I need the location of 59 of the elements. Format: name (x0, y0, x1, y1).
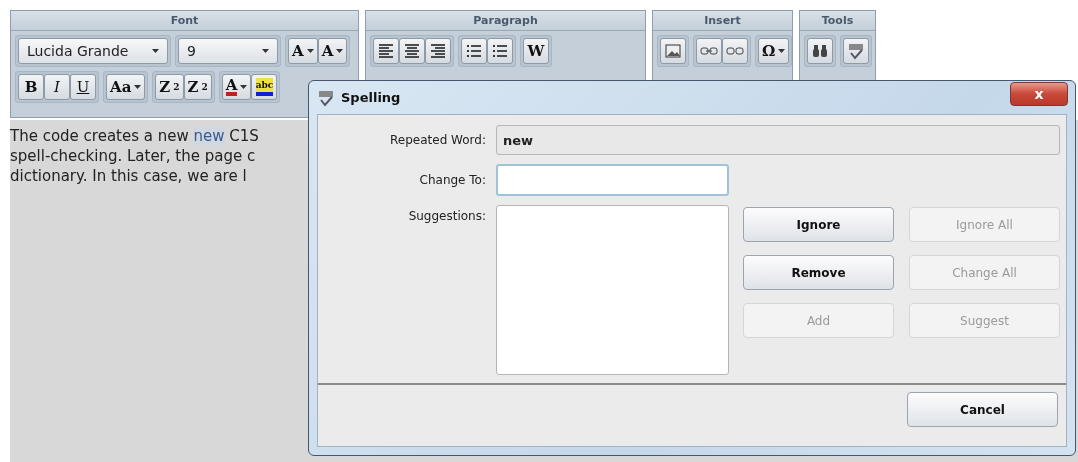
caret-icon (240, 85, 248, 89)
toolbar-button[interactable] (660, 38, 686, 64)
dropdown-button[interactable]: Ω (758, 38, 790, 64)
close-button[interactable]: x (1010, 82, 1068, 106)
dropdown-field[interactable]: Lucida Grande (18, 38, 168, 64)
binoculars-icon (812, 44, 828, 58)
toolbar-button[interactable] (807, 38, 833, 64)
dialog-button[interactable]: Remove (743, 255, 894, 290)
caret-icon (778, 49, 786, 53)
toolbar-button[interactable] (373, 38, 399, 64)
group-title: Font (11, 11, 358, 31)
paragraph-text: dictionary. In this case, we are l (10, 166, 247, 186)
align-center-icon (404, 44, 420, 58)
change-to-field[interactable] (496, 164, 729, 196)
toolbar-button[interactable] (425, 38, 451, 64)
dropdown-value: Lucida Grande (27, 43, 129, 59)
caret-icon (134, 85, 142, 89)
dropdown-field[interactable]: 9 (178, 38, 278, 64)
toolbar-button[interactable] (843, 38, 869, 64)
toolbar-button[interactable] (487, 38, 513, 64)
group-title: Tools (800, 11, 875, 31)
toolbar-button[interactable] (696, 38, 722, 64)
link-icon (700, 46, 718, 56)
toolbar-button[interactable] (722, 38, 748, 64)
dialog-title: Spelling (341, 90, 402, 105)
grow-font-button[interactable]: A (317, 38, 348, 64)
dialog-button[interactable]: Ignore (743, 207, 894, 242)
highlight-button[interactable]: abc (251, 74, 278, 100)
spell-check-icon (847, 42, 865, 60)
field-label: Repeated Word: (390, 133, 486, 147)
shrink-font-button[interactable]: A (288, 38, 318, 64)
cancel-button[interactable]: Cancel (907, 392, 1058, 427)
dropdown-value: 9 (187, 43, 196, 59)
field-label: Change To: (419, 173, 486, 187)
format-button[interactable]: W (523, 38, 549, 64)
bullet-list-icon (466, 44, 482, 58)
format-button[interactable]: B (18, 74, 44, 100)
group-title: Insert (653, 11, 792, 31)
align-left-icon (378, 44, 394, 58)
down-caret-icon (306, 49, 314, 53)
caret-icon (152, 49, 159, 53)
spell-check-icon (317, 88, 335, 107)
align-right-icon (430, 44, 446, 58)
image-icon (665, 44, 681, 58)
paragraph-text: spell-checking. Later, the page c (10, 146, 256, 166)
format-button[interactable]: U (70, 74, 96, 100)
caret-icon (262, 49, 269, 53)
toolbar-button[interactable] (461, 38, 487, 64)
group-title: Paragraph (366, 11, 645, 31)
format-button[interactable]: Z$^{2}$ (155, 74, 184, 100)
field-label: Suggestions: (408, 208, 486, 223)
paragraph-text: The code creates a new new C1S (10, 126, 259, 146)
dropdown-button[interactable]: Aa (106, 74, 146, 100)
toolbar-button[interactable] (399, 38, 425, 64)
numbered-list-icon (492, 44, 508, 58)
format-button[interactable]: I (44, 74, 70, 100)
repeated-word-field: new (496, 125, 1060, 155)
font-color-button[interactable]: A (221, 74, 252, 100)
unlink-icon (726, 46, 744, 56)
